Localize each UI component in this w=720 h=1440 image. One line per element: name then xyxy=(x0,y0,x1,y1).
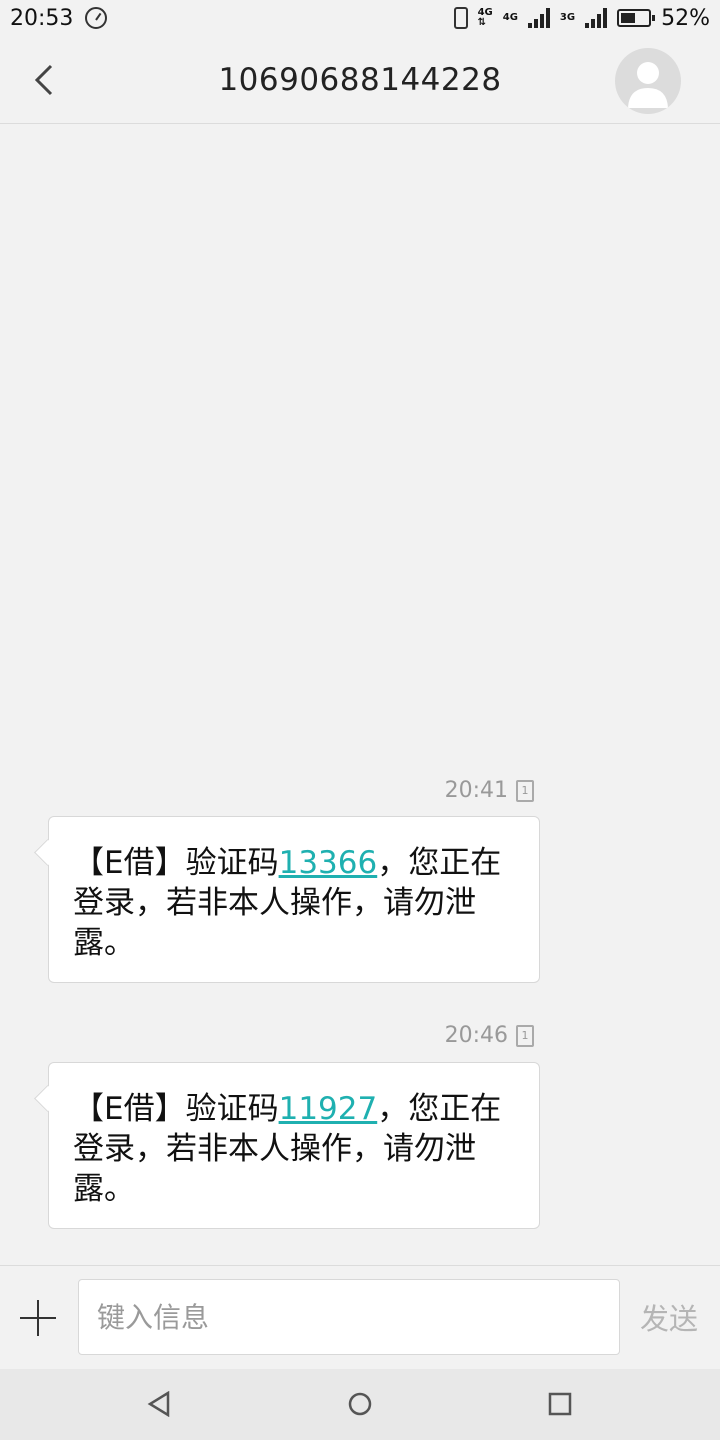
add-attachment-button[interactable] xyxy=(20,1300,56,1336)
battery-icon xyxy=(617,9,656,27)
signal-icon-2 xyxy=(585,8,608,28)
nav-home-icon[interactable] xyxy=(347,1391,373,1417)
status-time: 20:53 xyxy=(10,5,74,31)
signal-icon xyxy=(527,8,550,28)
nav-back-icon[interactable] xyxy=(146,1391,172,1417)
conversation-header: 10690688144228 xyxy=(0,36,720,124)
nav-recents-icon[interactable] xyxy=(547,1391,573,1417)
message-list: 20:41 1 【E借】验证码13366，您正在登录，若非本人操作，请勿泄露。 … xyxy=(0,124,720,1264)
sim-card-icon: 1 xyxy=(516,779,534,802)
message-timestamp: 20:46 1 xyxy=(445,1023,534,1048)
send-button[interactable]: 发送 xyxy=(640,1296,698,1338)
network-4g-label: 4G xyxy=(502,12,518,23)
speed-gauge-icon xyxy=(85,7,108,29)
contact-title: 10690688144228 xyxy=(218,62,502,98)
contact-avatar[interactable] xyxy=(615,48,681,114)
network-4g-icon: 4G ⇅ xyxy=(477,7,493,28)
message-input[interactable] xyxy=(78,1279,620,1355)
sim-card-icon: 1 xyxy=(516,1024,534,1047)
message-timestamp: 20:41 1 xyxy=(445,778,534,803)
status-bar: 20:53 4G ⇅ 4G 3G 52% xyxy=(0,0,720,36)
network-3g-label: 3G xyxy=(559,12,576,23)
navigation-bar xyxy=(0,1369,720,1440)
verification-code-link[interactable]: 13366 xyxy=(279,845,378,881)
composer-bar: 发送 xyxy=(0,1265,720,1369)
vibrate-icon xyxy=(453,7,468,29)
person-icon xyxy=(628,62,668,108)
message-bubble[interactable]: 【E借】验证码11927，您正在登录，若非本人操作，请勿泄露。 xyxy=(48,1062,540,1229)
battery-percent: 52% xyxy=(661,5,710,31)
message-bubble[interactable]: 【E借】验证码13366，您正在登录，若非本人操作，请勿泄露。 xyxy=(48,816,540,983)
verification-code-link[interactable]: 11927 xyxy=(279,1091,378,1127)
